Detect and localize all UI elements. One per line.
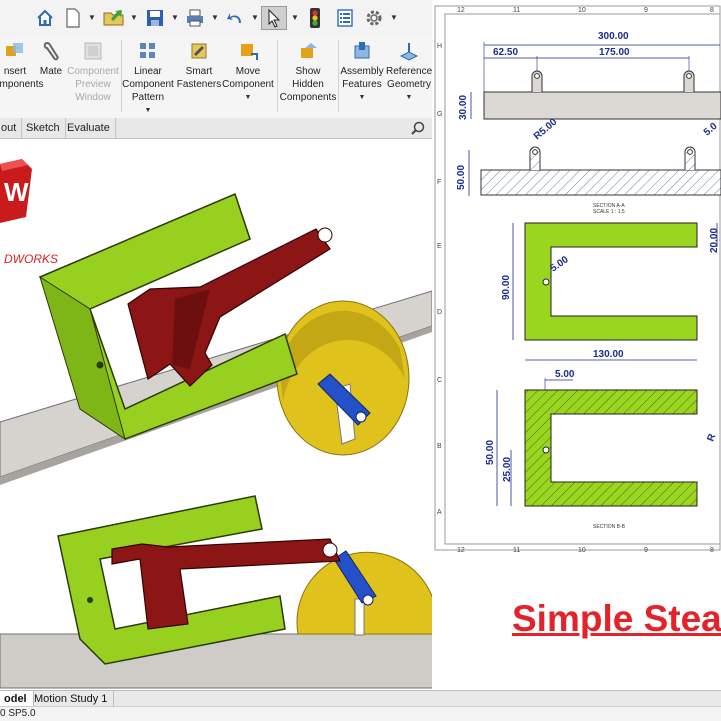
ribbon-separator [277, 40, 278, 112]
save-icon[interactable] [143, 6, 167, 30]
tab-evaluate[interactable]: Evaluate [62, 118, 116, 138]
options-dropdown-icon[interactable]: ▼ [390, 13, 398, 22]
zone-bottom-12: 12 [457, 547, 465, 554]
upper-assembly-view [0, 192, 433, 485]
home-icon[interactable] [33, 6, 57, 30]
zone-g: G [437, 111, 442, 118]
dim-hole-offset: 5.00 [555, 369, 575, 380]
command-tabs: out Sketch Evaluate [0, 118, 432, 139]
component-preview-window-button[interactable]: Component Preview Window [66, 40, 120, 104]
solidworks-logo: W [0, 159, 32, 223]
assembly-features-button[interactable]: Assembly Features ▼ [340, 40, 384, 104]
dim-height-top: 30.00 [458, 95, 469, 120]
component-preview-window-label: Component Preview Window [67, 66, 119, 103]
video-title-overlay: Simple Stea [512, 598, 721, 639]
undo-dropdown-icon[interactable]: ▼ [251, 13, 259, 22]
mate-button[interactable]: Mate [38, 40, 64, 78]
section-bb-label: SECTION B-B [593, 524, 626, 530]
new-dropdown-icon[interactable]: ▼ [88, 13, 96, 22]
move-component-label: Move Component [222, 66, 274, 90]
linear-component-pattern-button[interactable]: Linear Component Pattern ▼ [122, 40, 174, 117]
reference-geometry-label: Reference Geometry [386, 66, 433, 90]
zone-b: B [437, 443, 442, 450]
tab-motion-study-1[interactable]: Motion Study 1 [28, 691, 115, 707]
dim-offset: 62.50 [493, 47, 518, 58]
zone-top-9: 9 [644, 7, 648, 14]
bottom-tab-bar: odel Motion Study 1 [0, 690, 721, 707]
zone-a: A [437, 509, 442, 516]
assembly-features-label: Assembly Features [340, 66, 384, 90]
print-dropdown-icon[interactable]: ▼ [211, 13, 219, 22]
reference-geometry-button[interactable]: Reference Geometry ▼ [386, 40, 432, 104]
move-dropdown-icon[interactable]: ▼ [222, 91, 274, 104]
drawing-sheet[interactable]: 12 11 10 9 8 12 11 10 9 8 H G F E D C B … [433, 0, 721, 560]
smart-fasteners-button[interactable]: Smart Fasteners [176, 40, 222, 91]
zone-top-10: 10 [578, 7, 586, 14]
smart-fasteners-label: Smart Fasteners [176, 66, 222, 90]
drawing-views: 12 11 10 9 8 12 11 10 9 8 H G F E D C B … [434, 5, 721, 554]
open-icon[interactable] [101, 6, 127, 30]
zone-f: F [437, 179, 441, 186]
zone-bottom-8: 8 [710, 547, 714, 554]
undo-icon[interactable] [223, 6, 247, 30]
move-component-button[interactable]: Move Component ▼ [222, 40, 274, 104]
zone-d: D [437, 309, 442, 316]
rebuild-icon[interactable] [305, 6, 325, 30]
dim-c-width: 130.00 [593, 349, 624, 360]
save-dropdown-icon[interactable]: ▼ [171, 13, 179, 22]
lower-assembly-view [0, 495, 464, 689]
zone-bottom-11: 11 [513, 547, 520, 554]
mate-label: Mate [39, 66, 63, 77]
zone-e: E [437, 243, 442, 250]
dim-c-arm: 20.00 [709, 228, 720, 253]
select-icon[interactable] [261, 6, 287, 30]
show-hidden-components-label: Show Hidden Components [279, 66, 337, 103]
dim-spacing: 175.00 [599, 47, 630, 58]
new-document-icon[interactable] [62, 6, 84, 30]
status-version-text: 0 SP5.0 [0, 708, 36, 719]
tab-sketch[interactable]: Sketch [21, 118, 66, 138]
zone-top-11: 11 [513, 7, 520, 14]
print-icon[interactable] [183, 6, 207, 30]
quick-access-toolbar: ▼ ▼ ▼ ▼ ▼ ▼ ▼ [0, 0, 432, 37]
command-manager-ribbon: nsert omponents Mate Component Preview W… [0, 36, 432, 119]
show-hidden-components-button[interactable]: Show Hidden Components [279, 40, 337, 104]
geometry-dropdown-icon[interactable]: ▼ [386, 91, 432, 104]
dim-total-length: 300.00 [598, 31, 629, 42]
insert-components-label: nsert omponents [0, 66, 44, 90]
pattern-dropdown-icon[interactable]: ▼ [122, 104, 174, 117]
dim-section-height: 50.00 [485, 440, 496, 465]
graphics-viewport[interactable]: W DWORKS [0, 139, 464, 690]
dim-section-half: 25.00 [502, 457, 513, 482]
open-dropdown-icon[interactable]: ▼ [130, 13, 138, 22]
options-icon[interactable] [363, 6, 385, 30]
assembly-render: W DWORKS [0, 159, 464, 689]
section-aa-scale: SCALE 1 : 1.5 [593, 209, 625, 215]
zone-bottom-10: 10 [578, 547, 586, 554]
linear-component-pattern-label: Linear Component Pattern [122, 66, 174, 103]
file-properties-icon[interactable] [334, 6, 356, 30]
zone-top-12: 12 [457, 7, 465, 14]
dim-height-section: 50.00 [456, 165, 467, 190]
zone-bottom-9: 9 [644, 547, 648, 554]
tab-layout[interactable]: out [0, 118, 23, 138]
zone-top-8: 8 [710, 7, 714, 14]
solidworks-logo-text: DWORKS [4, 252, 58, 266]
ribbon-separator [338, 40, 339, 112]
logo-badge-letter: W [4, 177, 29, 207]
features-dropdown-icon[interactable]: ▼ [340, 91, 384, 104]
zone-c: C [437, 377, 442, 384]
insert-components-button[interactable]: nsert omponents [0, 40, 43, 91]
select-dropdown-icon[interactable]: ▼ [291, 13, 299, 22]
dim-c-height: 90.00 [501, 275, 512, 300]
status-bar: 0 SP5.0 [0, 706, 721, 721]
zone-h: H [437, 43, 442, 50]
